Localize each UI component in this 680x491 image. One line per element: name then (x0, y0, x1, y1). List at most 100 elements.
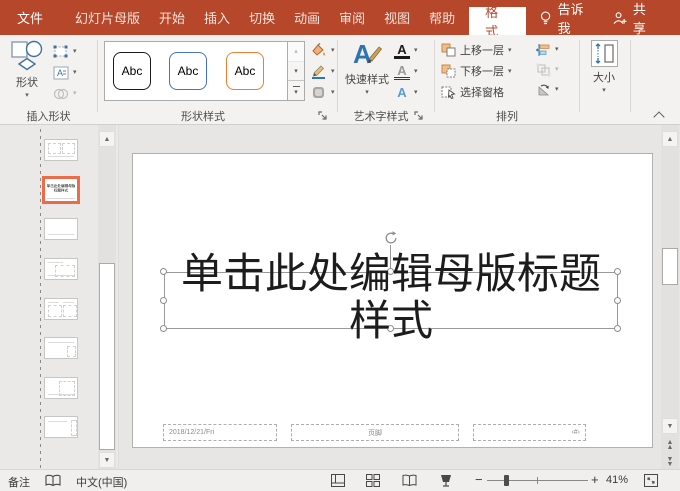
group-shape-styles: Abc Abc Abc ▴ ▾ ▾ ▾ (98, 35, 336, 124)
person-plus-icon (613, 11, 627, 25)
notes-button[interactable]: 备注 (8, 474, 30, 490)
ribbon-divider (630, 40, 631, 112)
panel-scrollbar[interactable]: ▲ ▼ (98, 125, 116, 470)
zoom-slider-thumb[interactable] (504, 475, 509, 486)
workspace: 单击此处编辑母版标题样式 (0, 125, 680, 470)
layout-thumbnail-selected[interactable]: 单击此处编辑母版标题样式 (42, 176, 80, 204)
group-objects-button[interactable]: ▾ (536, 61, 559, 78)
gallery-scroll: ▴ ▾ ▾ (287, 42, 304, 100)
send-backward-icon (441, 64, 456, 78)
panel-scrollbar-thumb[interactable] (99, 263, 115, 450)
shape-outline-button[interactable]: ▾ (310, 63, 335, 80)
edit-shape-button[interactable]: ▾ (53, 43, 77, 60)
next-slide-button[interactable]: ▼▼ (662, 455, 678, 469)
tab-slide-master[interactable]: 幻灯片母版 (75, 8, 140, 27)
size-button[interactable]: 大小 ▾ (584, 40, 624, 94)
normal-view-button[interactable] (331, 474, 345, 487)
layout-thumbnail-5[interactable] (44, 298, 78, 320)
group-label-arrange: 排列 (436, 108, 578, 124)
selection-pane-button[interactable]: 选择窗格 (441, 83, 512, 101)
layout-thumbnail-7[interactable] (44, 377, 78, 399)
previous-slide-button[interactable]: ▲▲ (662, 438, 678, 452)
svg-text:A: A (353, 39, 372, 69)
tab-format-active[interactable]: 格式 (469, 7, 525, 35)
layout-thumbnail-4[interactable] (44, 258, 78, 280)
svg-text:A: A (57, 68, 63, 78)
main-scroll-up-button[interactable]: ▲ (662, 131, 678, 147)
shape-style-black[interactable]: Abc (113, 52, 151, 90)
text-outline-button[interactable]: A ▾ (394, 63, 418, 80)
gallery-scroll-down-button[interactable]: ▾ (288, 62, 304, 82)
zoom-level[interactable]: 41% (606, 474, 628, 486)
shape-effects-button[interactable]: ▾ (310, 84, 335, 101)
gallery-scroll-up-button[interactable]: ▴ (288, 42, 304, 62)
group-objects-icon (536, 63, 551, 77)
tab-help[interactable]: 帮助 (429, 8, 455, 27)
share-button[interactable]: 共享 (613, 0, 657, 37)
panel-scroll-down-button[interactable]: ▼ (99, 452, 115, 468)
collapse-ribbon-button[interactable] (653, 111, 664, 122)
layout-thumbnail-8[interactable] (44, 416, 78, 438)
gallery-more-button[interactable]: ▾ (288, 81, 304, 100)
text-fill-button[interactable]: A ▾ (394, 42, 418, 59)
reading-view-button[interactable] (402, 474, 417, 487)
footer-placeholder[interactable]: 页脚 (291, 424, 459, 441)
send-backward-button[interactable]: 下移一层 ▾ (441, 62, 512, 80)
double-up-arrow-icon: ▲▲ (667, 440, 674, 450)
tab-home[interactable]: 开始 (159, 8, 185, 27)
merge-shapes-button[interactable]: ▾ (53, 85, 77, 102)
text-effects-button[interactable]: A ▾ (394, 84, 418, 101)
accessibility-checker-icon[interactable] (45, 474, 61, 487)
panel-scroll-up-button[interactable]: ▲ (99, 131, 115, 147)
layout-thumbnail-6[interactable] (44, 337, 78, 359)
shapes-icon (10, 39, 44, 72)
shape-style-blue[interactable]: Abc (169, 52, 207, 90)
group-label-wordart: 艺术字样式 (338, 108, 424, 124)
lightbulb-icon (540, 10, 551, 26)
rotate-button[interactable]: ▾ (536, 81, 559, 98)
main-scroll-down-button[interactable]: ▼ (662, 418, 678, 434)
double-down-arrow-icon: ▼▼ (667, 457, 674, 467)
fit-slide-to-window-button[interactable] (644, 474, 658, 487)
slide-sorter-view-button[interactable] (366, 474, 380, 487)
ribbon-divider (434, 40, 435, 112)
main-scrollbar-thumb[interactable] (662, 248, 678, 285)
zoom-out-button[interactable]: − (475, 472, 483, 487)
tab-insert[interactable]: 插入 (204, 8, 230, 27)
text-box-button[interactable]: A ▾ (53, 64, 77, 81)
date-placeholder[interactable]: 2018/12/21/Fri (163, 424, 277, 441)
tell-me-button[interactable]: 告诉我 (540, 0, 594, 37)
shape-styles-dialog-launcher[interactable] (318, 111, 328, 121)
master-title-text[interactable]: 单击此处编辑母版标题 样式 (159, 250, 623, 344)
layout-thumbnail-3[interactable] (44, 218, 78, 240)
tab-file[interactable]: 文件 (17, 8, 43, 27)
shape-style-gallery: Abc Abc Abc ▴ ▾ ▾ (104, 41, 305, 101)
align-icon (536, 43, 551, 57)
size-icon (591, 40, 618, 67)
group-wordart-styles: A 快速样式 ▾ A ▾ A ▾ A ▾ (338, 35, 433, 124)
group-label-shape-styles: 形状样式 (98, 108, 308, 124)
tab-animations[interactable]: 动画 (294, 8, 320, 27)
tab-review[interactable]: 审阅 (339, 8, 365, 27)
slide-canvas[interactable]: 单击此处编辑母版标题 样式 2018/12/21/Fri 页脚 ‹#› (132, 153, 653, 448)
quick-styles-button[interactable]: A 快速样式 ▾ (342, 39, 392, 96)
group-label-insert-shapes: 插入形状 (0, 108, 97, 124)
layout-thumbnail-1[interactable] (44, 139, 78, 161)
bring-forward-icon (441, 43, 456, 57)
shape-style-orange[interactable]: Abc (226, 52, 264, 90)
slide-number-placeholder[interactable]: ‹#› (473, 424, 586, 441)
bring-forward-button[interactable]: 上移一层 ▾ (441, 41, 512, 59)
selection-pane-icon (441, 85, 456, 99)
main-scrollbar[interactable]: ▲ ▼ ▲▲ ▼▼ (661, 125, 679, 470)
wordart-dialog-launcher[interactable] (414, 111, 424, 121)
tab-view[interactable]: 视图 (384, 8, 410, 27)
shape-fill-button[interactable]: ▾ (310, 42, 335, 59)
shapes-button[interactable]: 形状 ▾ (6, 39, 48, 99)
align-button[interactable]: ▾ (536, 41, 559, 58)
zoom-in-button[interactable]: + (591, 472, 599, 487)
rotate-handle[interactable] (383, 230, 399, 246)
tab-transitions[interactable]: 切换 (249, 8, 275, 27)
group-insert-shapes: 形状 ▾ ▾ A (0, 35, 97, 124)
slideshow-view-button[interactable] (439, 474, 453, 487)
language-indicator[interactable]: 中文(中国) (76, 474, 127, 490)
